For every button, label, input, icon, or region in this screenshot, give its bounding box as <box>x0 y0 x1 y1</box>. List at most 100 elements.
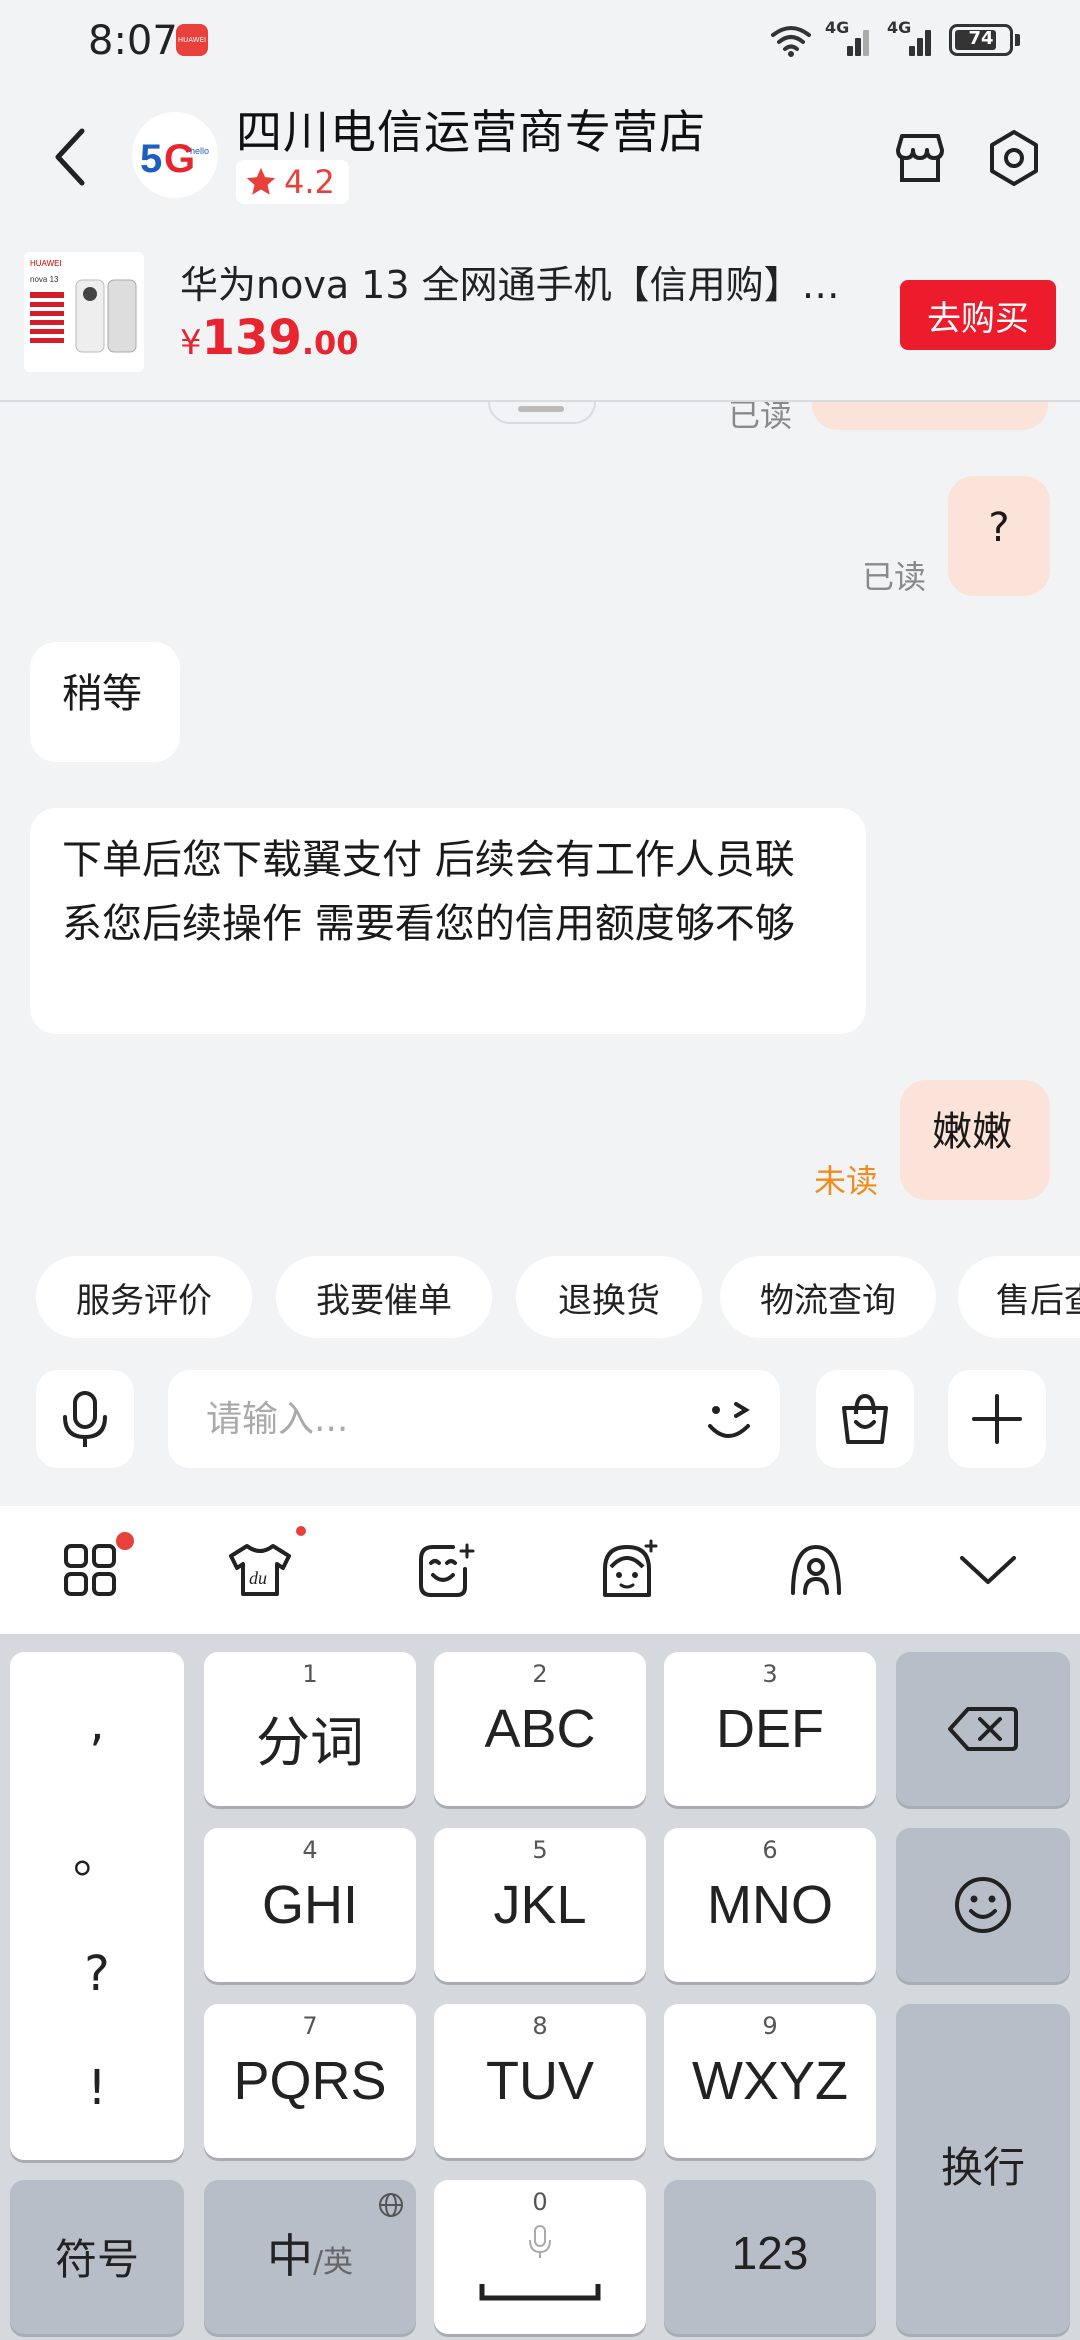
voice-button[interactable] <box>36 1370 134 1468</box>
status-bar: 8:07 HUAWEI 4G 4G 74 <box>0 0 1080 82</box>
shopping-bag-icon <box>842 1393 888 1444</box>
read-status: 已读 <box>862 558 927 596</box>
battery-tip <box>1015 34 1020 46</box>
star-icon <box>246 167 276 195</box>
product-thumbnail[interactable]: HUAWEI nova 13 <box>24 252 144 372</box>
key-5-jkl[interactable]: 5 JKL <box>434 1828 646 1982</box>
message-bubble-question[interactable]: ? <box>948 476 1050 596</box>
key-1-fenci[interactable]: 1 分词 <box>204 1652 416 1806</box>
backspace-key[interactable] <box>896 1652 1070 1806</box>
key-3-def[interactable]: 3 DEF <box>664 1652 876 1806</box>
spacebar-icon <box>479 2284 601 2301</box>
huawei-notification-icon: HUAWEI <box>176 24 208 56</box>
product-card[interactable]: HUAWEI nova 13 华为nova 13 全网通手机【信用购】… ¥13… <box>0 232 1080 402</box>
language-switch-key[interactable]: 中/英 <box>204 2180 416 2334</box>
grid-icon <box>64 1544 116 1596</box>
mic-small-icon <box>529 2225 551 2258</box>
space-key[interactable]: 0 <box>434 2180 646 2334</box>
key-6-mno[interactable]: 6 MNO <box>664 1828 876 1982</box>
status-time: 8:07 <box>88 18 178 64</box>
collapse-handle[interactable] <box>488 402 596 424</box>
numbers-key[interactable]: 123 <box>664 2180 876 2334</box>
message-bubble-partial[interactable] <box>812 402 1048 430</box>
chip-service-review[interactable]: 服务评价 <box>36 1256 252 1338</box>
enter-key[interactable]: 换行 <box>896 2004 1070 2334</box>
gear-icon <box>990 130 1038 186</box>
avatar-button[interactable] <box>592 1534 664 1606</box>
quick-reply-chips: 服务评价 我要催单 退换货 物流查询 售后查 <box>0 1256 1080 1342</box>
chevron-down-icon <box>960 1556 1016 1584</box>
shop-avatar[interactable]: 5 G hello <box>132 112 218 198</box>
more-button[interactable] <box>948 1370 1046 1468</box>
key-9-wxyz[interactable]: 9 WXYZ <box>664 2004 876 2158</box>
network-1-label: 4G <box>825 18 850 37</box>
chat-header: 5 G hello 四川电信运营商专营店 4.2 <box>0 82 1080 232</box>
price-decimal: .00 <box>301 324 359 362</box>
punct-period-key[interactable]: 。 <box>10 1816 184 1886</box>
message-input[interactable] <box>204 1388 668 1450</box>
phone-product-image: HUAWEI nova 13 <box>24 252 144 372</box>
shirt-icon: du <box>229 1544 291 1596</box>
punctuation-key-column[interactable]: , 。 ? ! <box>10 1652 184 2160</box>
handwriting-icon <box>791 1544 841 1595</box>
lang-sub-label: /英 <box>312 2245 354 2280</box>
chip-logistics[interactable]: 物流查询 <box>720 1256 936 1338</box>
svg-text:HUAWEI: HUAWEI <box>30 259 62 268</box>
svg-text:du: du <box>249 1568 267 1588</box>
buy-button[interactable]: 去购买 <box>900 280 1056 350</box>
cell-signal-2-icon: 4G <box>887 18 935 58</box>
message-bubble-instructions[interactable]: 下单后您下载翼支付 后续会有工作人员联系您后续操作 需要看您的信用额度够不够 <box>30 808 866 1034</box>
chevron-left-icon <box>55 128 85 186</box>
keyboard: , 。 ? ! 1 分词 2 ABC 3 DEF 4 GHI 5 JKL 6 MNO 7P <box>0 1634 1080 2340</box>
notification-dot <box>296 1526 306 1536</box>
smiley-icon <box>955 1877 1011 1933</box>
unread-status: 未读 <box>814 1162 879 1200</box>
sticker-button[interactable] <box>410 1534 482 1606</box>
product-title[interactable]: 华为nova 13 全网通手机【信用购】… <box>180 254 880 309</box>
punct-comma-key[interactable]: , <box>10 1696 184 1752</box>
notification-label: HUAWEI <box>177 36 207 44</box>
punct-question-key[interactable]: ? <box>10 1946 184 2002</box>
globe-icon <box>379 2193 403 2217</box>
product-price: ¥139.00 <box>180 310 359 366</box>
emoji-button[interactable] <box>698 1388 760 1450</box>
battery-level: 74 <box>968 28 994 49</box>
symbol-key[interactable]: 符号 <box>10 2180 184 2334</box>
product-bag-button[interactable] <box>816 1370 914 1468</box>
chip-return-exchange[interactable]: 退换货 <box>516 1256 702 1338</box>
cell-signal-1-icon: 4G <box>825 18 873 58</box>
message-input-box[interactable] <box>168 1370 780 1468</box>
status-icons: 4G 4G 74 <box>771 18 1020 60</box>
back-button[interactable] <box>40 122 100 192</box>
key-7-pqrs[interactable]: 7 PQRS <box>204 2004 416 2158</box>
network-2-label: 4G <box>887 18 912 37</box>
key-2-abc[interactable]: 2 ABC <box>434 1652 646 1806</box>
smile-sparkle-icon <box>419 1543 475 1597</box>
rating-value: 4.2 <box>284 163 335 201</box>
handwriting-button[interactable] <box>780 1534 852 1606</box>
plus-icon <box>972 1394 1022 1444</box>
chip-urge-order[interactable]: 我要催单 <box>276 1256 492 1338</box>
shop-name[interactable]: 四川电信运营商专营店 <box>236 96 706 162</box>
apps-grid-button[interactable] <box>54 1532 134 1606</box>
key-4-ghi[interactable]: 4 GHI <box>204 1828 416 1982</box>
keyboard-toolbar: du <box>0 1506 1080 1634</box>
emoji-key[interactable] <box>896 1828 1070 1982</box>
skin-button[interactable]: du <box>224 1526 306 1606</box>
chip-after-sales[interactable]: 售后查 <box>958 1256 1080 1338</box>
collapse-keyboard-button[interactable] <box>952 1534 1024 1606</box>
key-8-tuv[interactable]: 8 TUV <box>434 2004 646 2158</box>
settings-button[interactable] <box>974 118 1054 198</box>
punct-exclaim-key[interactable]: ! <box>10 2060 184 2116</box>
logo-small-text: hello <box>190 146 209 156</box>
svg-text:5: 5 <box>140 137 162 181</box>
input-bar <box>0 1370 1080 1470</box>
shop-rating: 4.2 <box>236 160 349 204</box>
chat-messages[interactable]: 已读 ? 已读 稍等 下单后您下载翼支付 后续会有工作人员联系您后续操作 需要看… <box>0 402 1080 1242</box>
microphone-icon <box>63 1391 107 1447</box>
message-bubble-nennen[interactable]: 嫩嫩 <box>900 1080 1050 1200</box>
store-button[interactable] <box>880 118 960 198</box>
price-currency: ¥ <box>180 323 202 363</box>
message-bubble-wait[interactable]: 稍等 <box>30 642 180 762</box>
lang-main-label: 中 <box>266 2229 313 2283</box>
